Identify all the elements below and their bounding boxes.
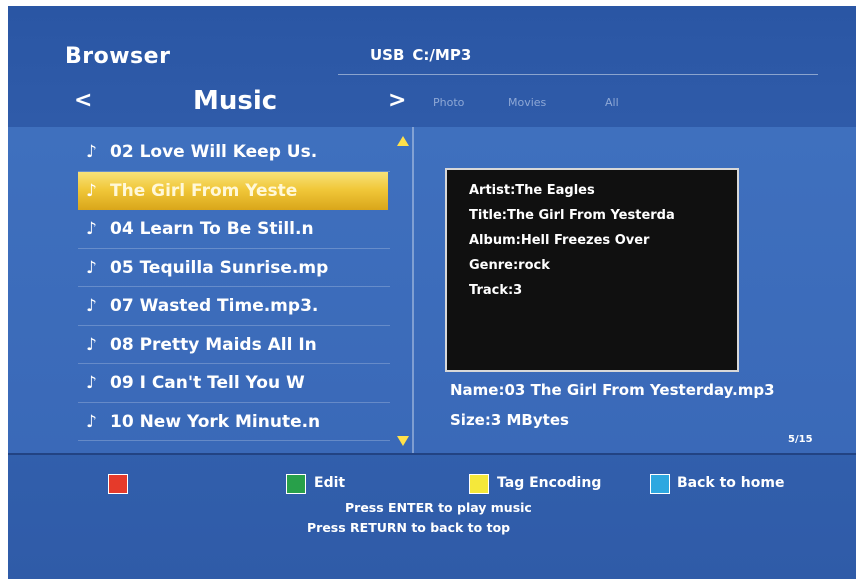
current-category: Music <box>193 86 278 116</box>
hint-enter: Press ENTER to play music <box>345 500 532 515</box>
file-name: The Girl From Yeste <box>110 180 298 201</box>
file-name: 09 I Can't Tell You W <box>110 373 305 393</box>
list-item[interactable]: ♪ 08 Pretty Maids All In <box>78 326 390 364</box>
category-photo[interactable]: Photo <box>433 96 464 109</box>
path-label: C:/MP3 <box>412 46 472 64</box>
music-note-icon: ♪ <box>86 373 97 393</box>
music-note-icon: ♪ <box>86 257 97 278</box>
scroll-down-arrow-icon[interactable] <box>397 436 409 446</box>
list-item[interactable]: ♪ 09 I Can't Tell You W <box>78 364 390 403</box>
file-name: 08 Pretty Maids All In <box>110 334 317 355</box>
panel-divider <box>412 127 414 453</box>
file-name: 07 Wasted Time.mp3. <box>110 296 319 316</box>
list-item[interactable]: ♪ 02 Love Will Keep Us. <box>78 133 390 172</box>
yellow-key-icon[interactable] <box>469 474 489 494</box>
music-note-icon: ♪ <box>86 411 97 432</box>
info-artist: Artist:The Eagles <box>469 183 595 198</box>
music-note-icon: ♪ <box>86 334 97 355</box>
scroll-up-arrow-icon[interactable] <box>397 136 409 146</box>
info-title: Title:The Girl From Yesterda <box>469 208 675 223</box>
info-genre: Genre:rock <box>469 258 550 273</box>
header-divider <box>338 74 818 75</box>
info-track: Track:3 <box>469 283 523 298</box>
music-note-icon: ♪ <box>86 219 97 239</box>
back-to-home-label[interactable]: Back to home <box>677 475 784 491</box>
blue-key-icon[interactable] <box>650 474 670 494</box>
edit-label[interactable]: Edit <box>314 475 345 491</box>
next-category-arrow[interactable]: > <box>388 88 406 113</box>
media-browser-screen: Browser USB C:/MP3 < Music > Photo Movies… <box>8 6 856 579</box>
footer-divider <box>8 453 856 455</box>
category-movies[interactable]: Movies <box>508 96 546 109</box>
music-note-icon: ♪ <box>86 180 97 201</box>
green-key-icon[interactable] <box>286 474 306 494</box>
music-note-icon: ♪ <box>86 296 97 316</box>
device-label: USB <box>370 46 405 64</box>
file-name: 10 New York Minute.n <box>110 411 321 432</box>
current-path: USB C:/MP3 <box>370 46 471 64</box>
file-size-detail: Size:3 MBytes <box>450 411 569 429</box>
list-item[interactable]: ♪ 04 Learn To Be Still.n <box>78 210 390 249</box>
file-name-detail: Name:03 The Girl From Yesterday.mp3 <box>450 381 775 399</box>
file-list: ♪ 02 Love Will Keep Us. ♪ The Girl From Ye… <box>78 133 398 441</box>
prev-category-arrow[interactable]: < <box>74 88 92 113</box>
info-album: Album:Hell Freezes Over <box>469 233 650 248</box>
file-name: 05 Tequilla Sunrise.mp <box>110 257 329 278</box>
list-item[interactable]: ♪ 10 New York Minute.n <box>78 403 390 441</box>
music-note-icon: ♪ <box>86 142 97 162</box>
category-all[interactable]: All <box>605 96 619 109</box>
hint-return: Press RETURN to back to top <box>307 520 511 535</box>
page-counter: 5/15 <box>788 434 813 445</box>
track-info-box: Artist:The Eagles Title:The Girl From Ye… <box>445 168 739 372</box>
list-item-selected[interactable]: ♪ The Girl From Yeste <box>78 171 388 210</box>
list-item[interactable]: ♪ 05 Tequilla Sunrise.mp <box>78 249 390 287</box>
file-name: 04 Learn To Be Still.n <box>110 219 314 239</box>
list-item[interactable]: ♪ 07 Wasted Time.mp3. <box>78 287 390 326</box>
page-title: Browser <box>65 44 171 69</box>
red-key-icon[interactable] <box>108 474 128 494</box>
file-name: 02 Love Will Keep Us. <box>110 142 318 162</box>
tag-encoding-label[interactable]: Tag Encoding <box>497 475 601 491</box>
